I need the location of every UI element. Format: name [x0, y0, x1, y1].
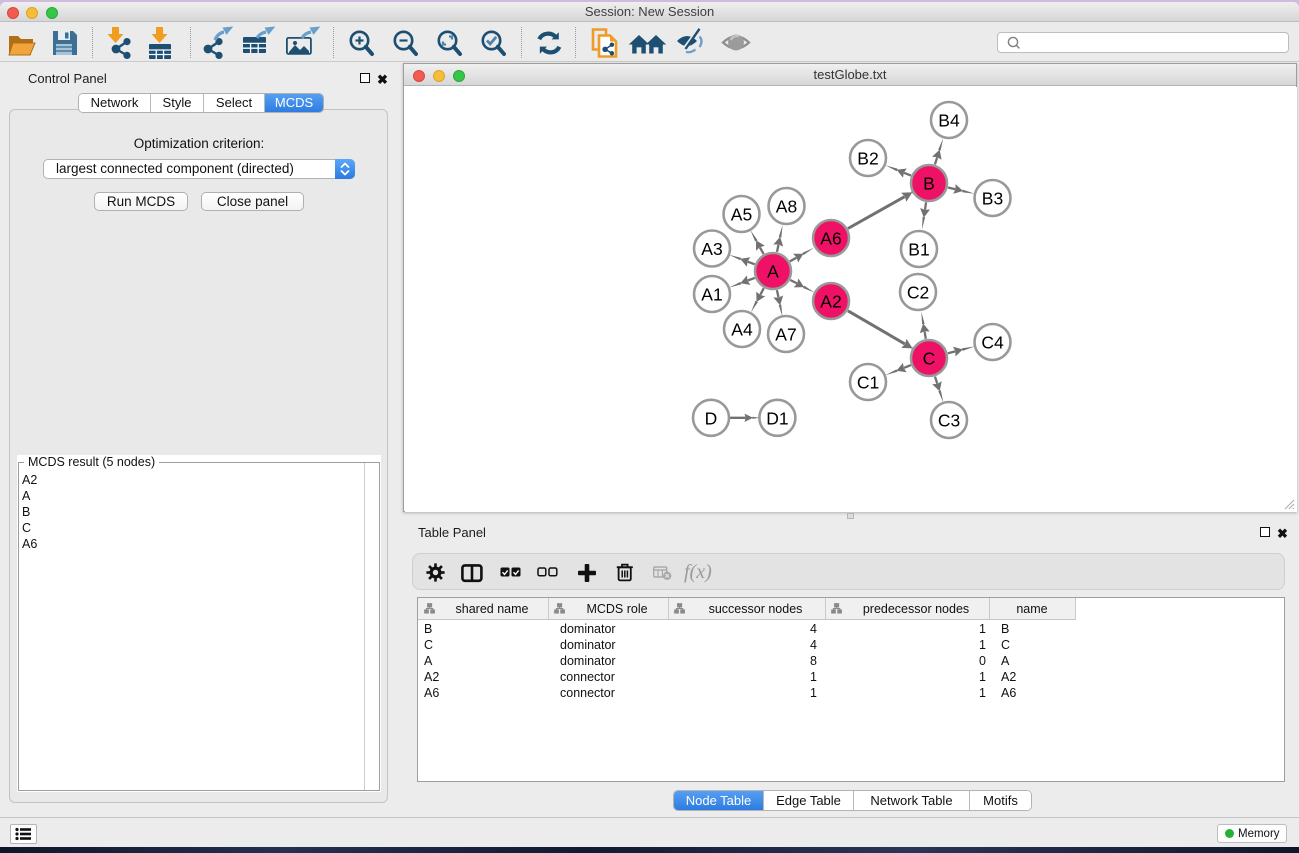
svg-text:C: C [923, 349, 936, 369]
svg-text:C3: C3 [938, 411, 960, 431]
svg-text:D: D [705, 408, 718, 428]
svg-text:C4: C4 [981, 333, 1004, 353]
svg-text:A: A [767, 262, 779, 282]
svg-text:A4: A4 [731, 320, 753, 340]
svg-text:C1: C1 [857, 373, 879, 393]
svg-text:C2: C2 [907, 283, 929, 303]
svg-text:A8: A8 [776, 197, 797, 217]
svg-text:A2: A2 [820, 292, 841, 312]
svg-text:A6: A6 [820, 229, 841, 249]
svg-text:B1: B1 [908, 240, 929, 260]
svg-text:D1: D1 [766, 408, 788, 428]
svg-text:B: B [923, 174, 935, 194]
svg-text:B2: B2 [857, 149, 878, 169]
svg-text:A5: A5 [731, 205, 752, 225]
svg-text:B3: B3 [982, 189, 1003, 209]
svg-text:A3: A3 [701, 239, 722, 259]
svg-text:B4: B4 [938, 111, 960, 131]
svg-text:A7: A7 [775, 325, 796, 345]
svg-text:A1: A1 [701, 285, 722, 305]
